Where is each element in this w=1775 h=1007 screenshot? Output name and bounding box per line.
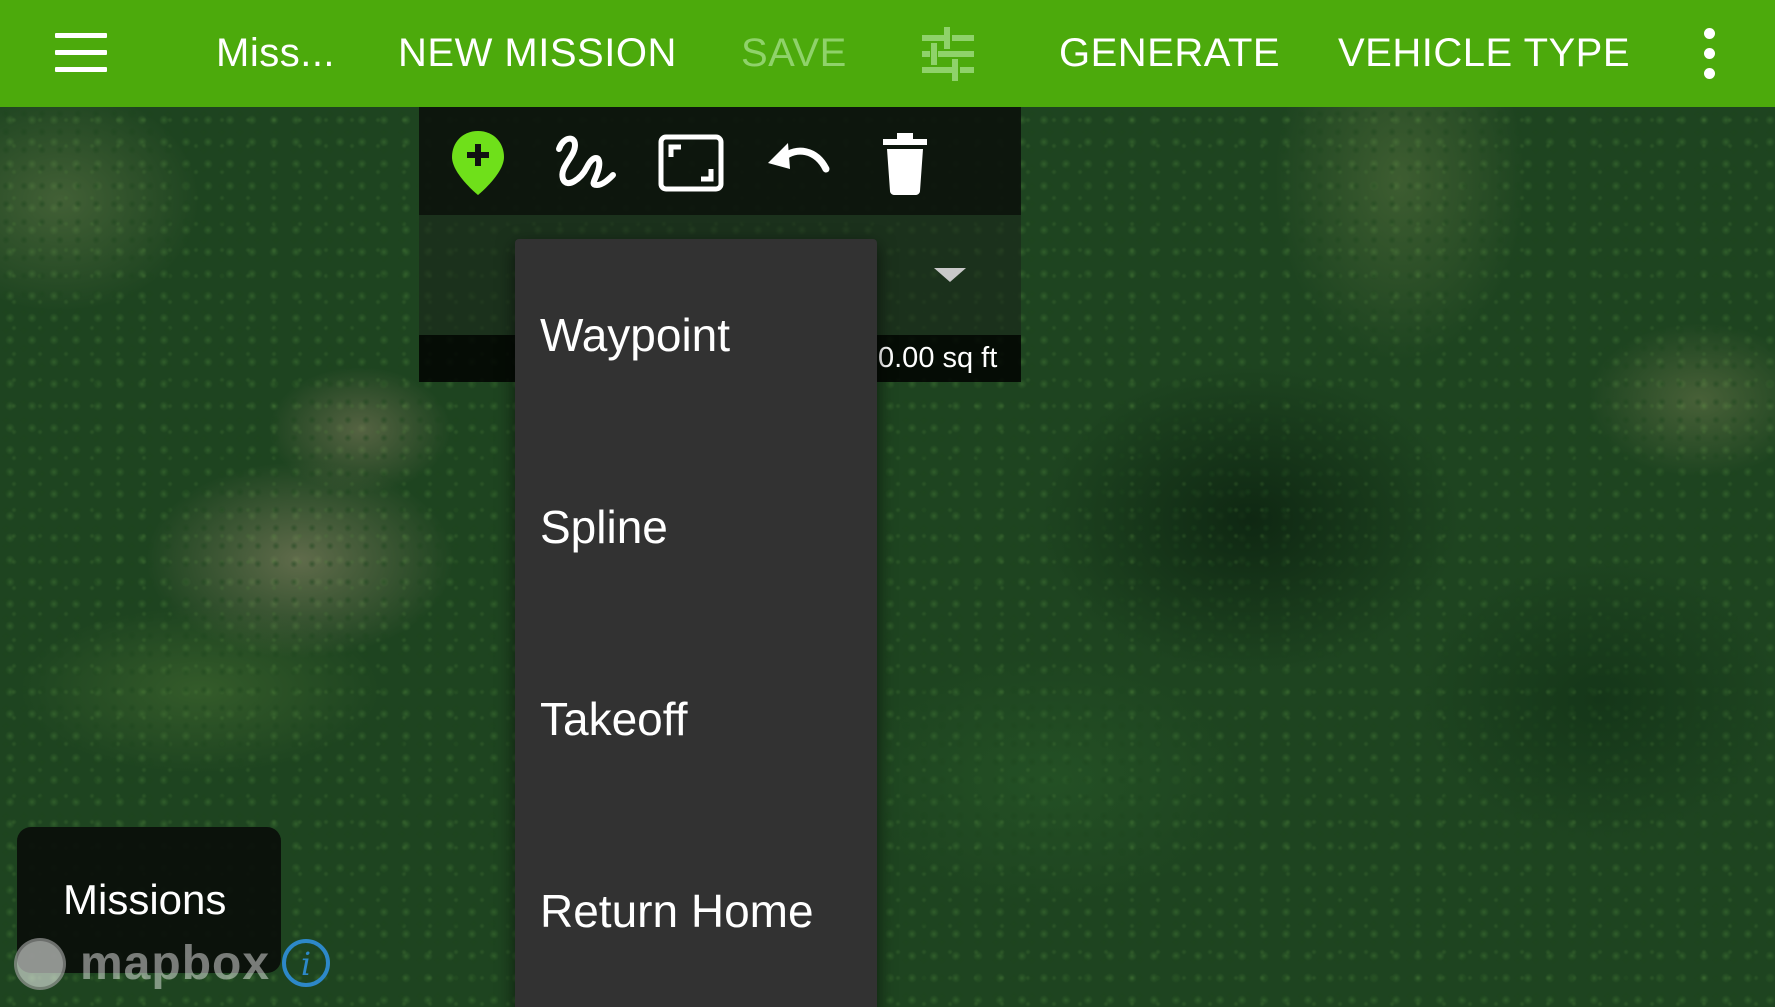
- save-button[interactable]: SAVE: [741, 0, 847, 107]
- vehicle-type-button[interactable]: VEHICLE TYPE: [1338, 0, 1630, 107]
- menu-item-label: Waypoint: [540, 309, 731, 361]
- delete-trash-icon[interactable]: [869, 127, 941, 199]
- menu-item-return-home[interactable]: Return Home: [515, 815, 877, 1007]
- menu-item-takeoff[interactable]: Takeoff: [515, 623, 877, 815]
- generate-button[interactable]: GENERATE: [1059, 0, 1280, 107]
- app-bar: Miss... NEW MISSION SAVE GENERATE VEHICL…: [0, 0, 1775, 107]
- mission-planner-screen: Miss... NEW MISSION SAVE GENERATE VEHICL…: [0, 0, 1775, 1007]
- menu-item-label: Return Home: [540, 885, 814, 937]
- menu-item-label: Takeoff: [540, 693, 688, 745]
- hamburger-menu-icon[interactable]: [50, 30, 112, 76]
- new-mission-button[interactable]: NEW MISSION: [398, 0, 677, 107]
- mission-editor-toolbar: [419, 107, 1021, 215]
- fit-bounds-icon[interactable]: [655, 127, 727, 199]
- draw-spline-icon[interactable]: [549, 127, 621, 199]
- menu-item-spline[interactable]: Spline: [515, 431, 877, 623]
- dropdown-caret-icon[interactable]: [934, 268, 966, 282]
- menu-item-label: Spline: [540, 501, 668, 553]
- mapbox-logo-icon: [14, 938, 66, 990]
- area-value: 0.00 sq ft: [878, 342, 998, 374]
- vertical-dots-icon[interactable]: [1690, 28, 1730, 80]
- info-icon[interactable]: i: [282, 939, 330, 987]
- add-waypoint-marker-icon[interactable]: [442, 127, 514, 199]
- waypoint-type-menu: Waypoint Spline Takeoff Return Home: [515, 239, 877, 1007]
- tune-sliders-icon[interactable]: [918, 24, 978, 84]
- undo-icon[interactable]: [762, 127, 834, 199]
- menu-item-waypoint[interactable]: Waypoint: [515, 239, 877, 431]
- mapbox-logo-text: mapbox: [80, 937, 271, 990]
- mission-title[interactable]: Miss...: [216, 0, 335, 107]
